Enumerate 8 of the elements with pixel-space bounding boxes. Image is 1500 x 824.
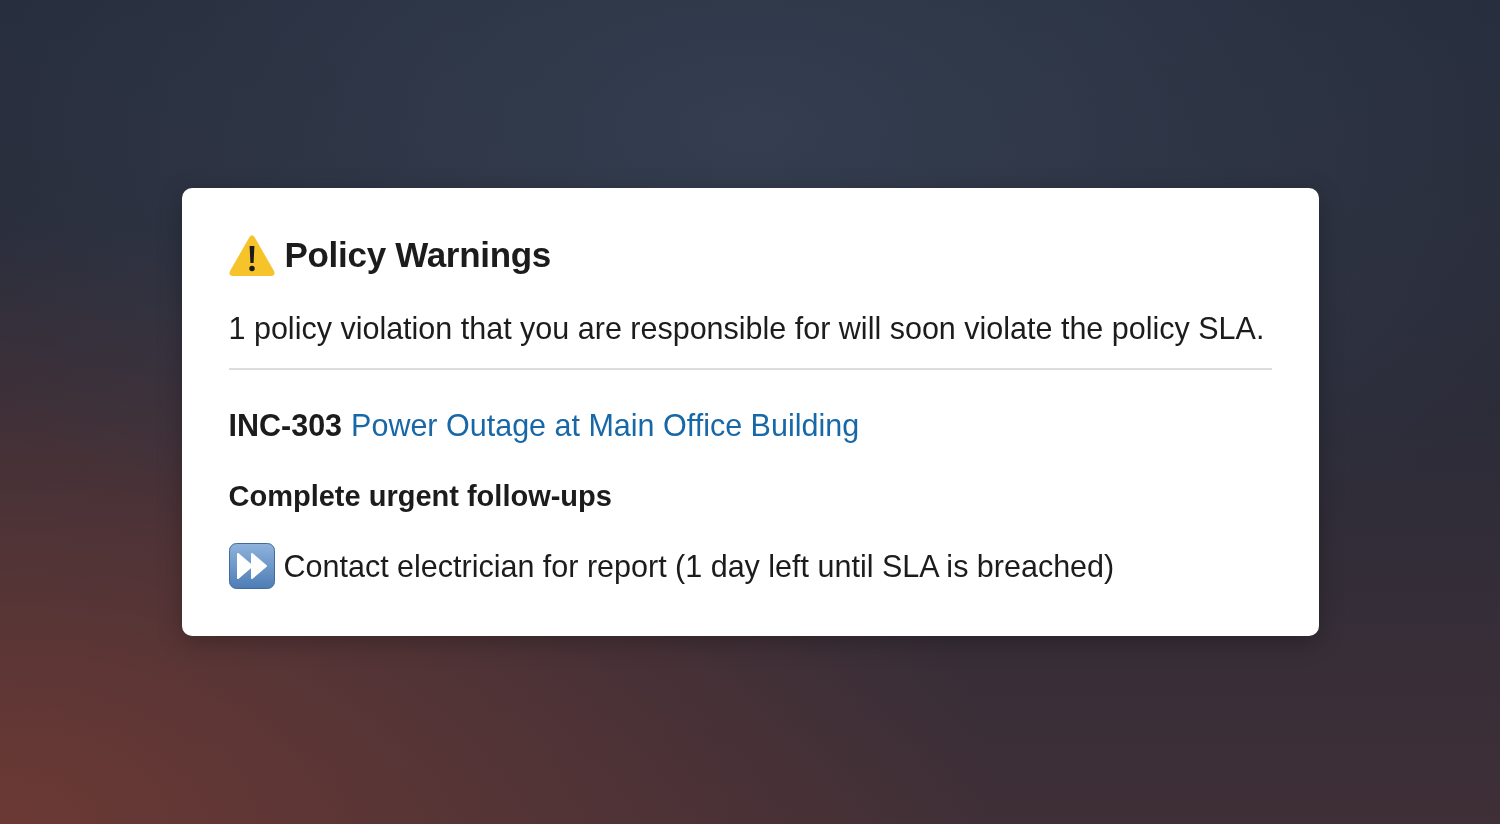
task-text: Contact electrician for report (1 day left until SLA is breached) bbox=[283, 548, 1115, 586]
incident-link[interactable]: Power Outage at Main Office Building bbox=[351, 405, 860, 445]
section-heading: Complete urgent follow-ups bbox=[228, 479, 613, 514]
warning-icon bbox=[228, 234, 275, 276]
fast-forward-icon bbox=[228, 543, 275, 589]
incident-id: INC-303 bbox=[228, 407, 343, 444]
summary-text: 1 policy violation that you are responsible for will soon violate the policy SLA. bbox=[228, 310, 1266, 346]
card-title: Policy Warnings bbox=[284, 234, 551, 276]
